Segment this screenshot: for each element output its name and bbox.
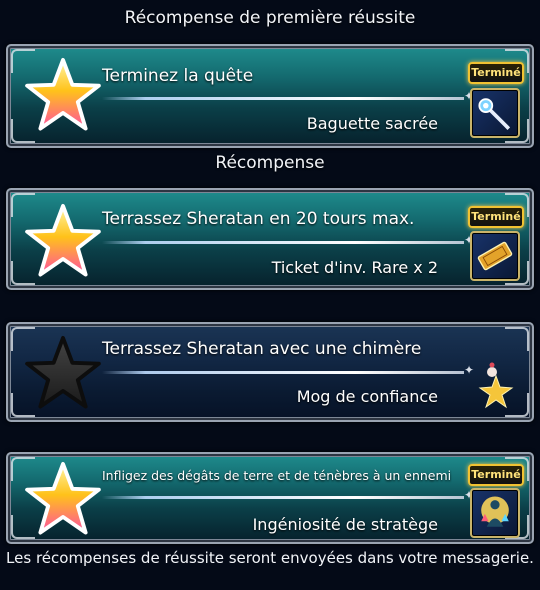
strategist-ability-icon [481, 496, 509, 527]
mission-divider [102, 363, 474, 377]
mission-divider [102, 488, 474, 502]
mission-divider [102, 89, 474, 103]
reward-name: Ingéniosité de stratège [252, 515, 438, 534]
mission-panel: Infligez des dégâts de terre et de ténèb… [6, 452, 534, 544]
footer-note: Les récompenses de réussite seront envoy… [6, 549, 534, 567]
completed-star-icon [25, 57, 101, 131]
completed-badge: Terminé [468, 464, 524, 486]
completed-badge: Terminé [468, 62, 524, 84]
locked-star-icon [25, 335, 101, 409]
mission-divider [102, 233, 474, 247]
mission-panel: Terrassez Sheratan avec une chimère Mog … [6, 322, 534, 422]
reward-heading: Récompense [215, 153, 325, 173]
completed-star-icon [25, 203, 101, 277]
reward-name: Mog de confiance [296, 387, 438, 406]
completed-badge: Terminé [468, 206, 524, 228]
reward-name: Baguette sacrée [306, 114, 438, 133]
first-clear-reward-heading: Récompense de première réussite [124, 8, 416, 28]
mission-title: Terminez la quête [102, 66, 254, 86]
sacred-wand-icon [478, 98, 511, 130]
reward-name: Ticket d'inv. Rare x 2 [271, 258, 438, 277]
reward-item-slot[interactable] [470, 88, 520, 138]
moogle-trust-icon [478, 362, 514, 409]
mission-title: Infligez des dégâts de terre et de ténèb… [102, 468, 452, 483]
mission-title: Terrassez Sheratan en 20 tours max. [102, 209, 415, 229]
mission-title: Terrassez Sheratan avec une chimère [102, 339, 422, 359]
completed-star-icon [25, 461, 101, 535]
reward-item-slot[interactable] [470, 488, 520, 538]
rare-summon-ticket-icon [477, 241, 513, 271]
reward-item-slot[interactable] [470, 231, 520, 281]
mission-panel: Terrassez Sheratan en 20 tours max. Tick… [6, 188, 534, 290]
mission-panel: Terminez la quête Baguette sacrée Termin… [6, 44, 534, 148]
reward-item-slot[interactable] [470, 362, 520, 412]
